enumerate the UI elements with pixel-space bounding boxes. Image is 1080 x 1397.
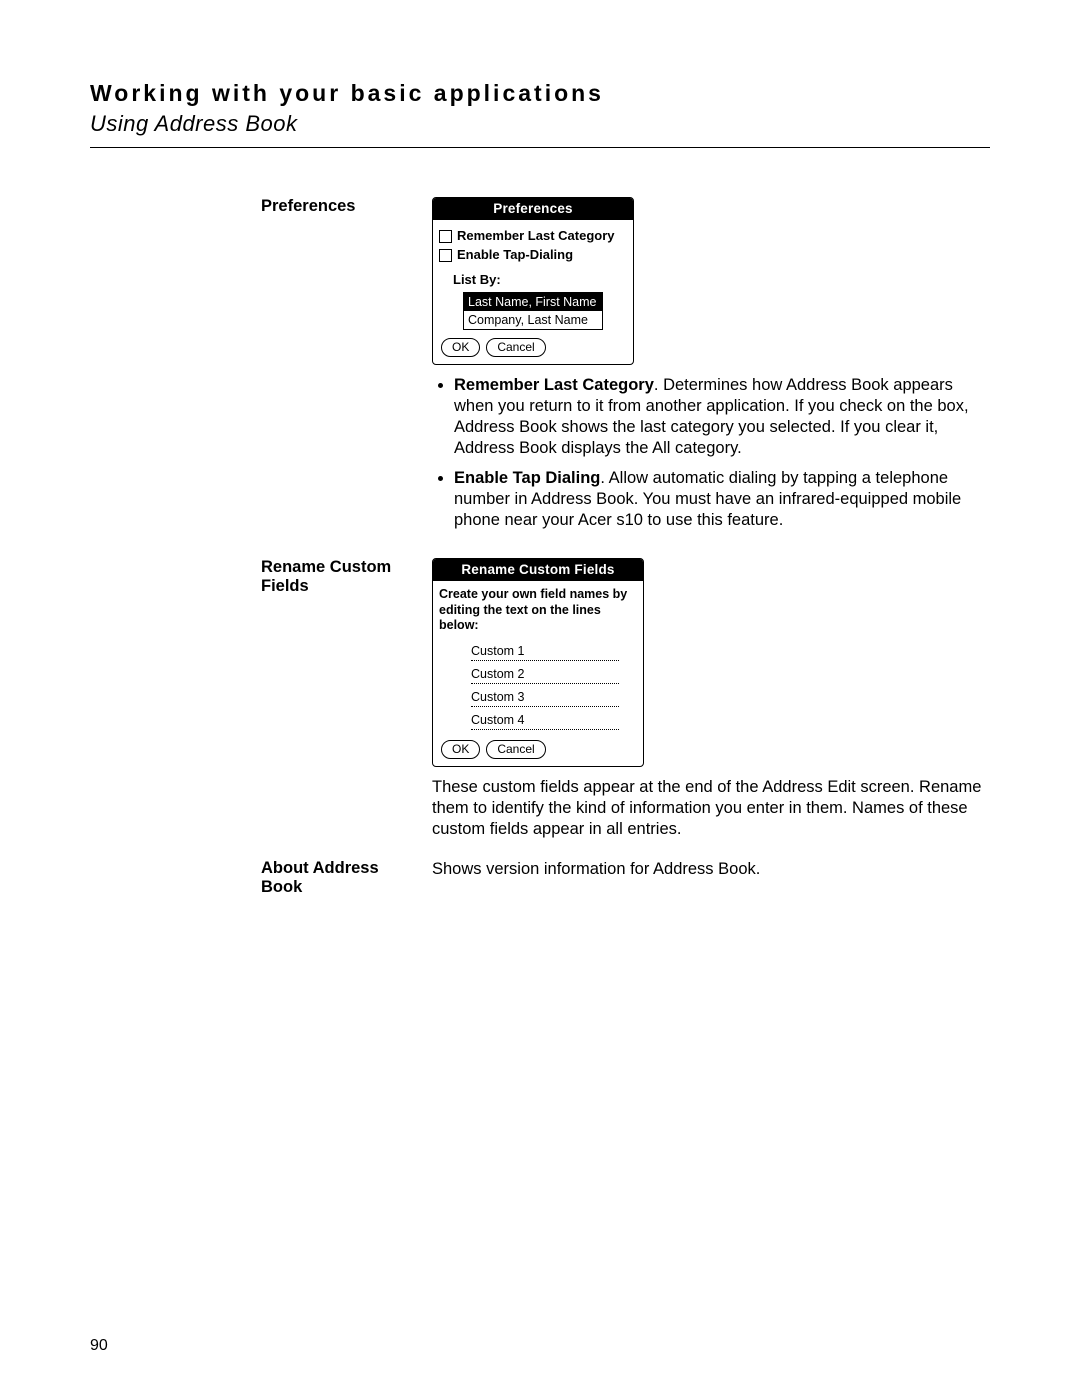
custom-field-1-input[interactable]: Custom 1 — [471, 642, 619, 661]
list-by-label: List By: — [453, 272, 627, 289]
content-table: Preferences Preferences Remember Last Ca… — [260, 196, 990, 915]
preferences-description-list: Remember Last Category. Determines how A… — [432, 375, 989, 531]
list-item: Enable Tap Dialing. Allow automatic dial… — [454, 468, 989, 531]
bullet-term: Remember Last Category — [454, 376, 654, 394]
preferences-dialog: Preferences Remember Last Category Enabl… — [432, 197, 634, 365]
about-description: Shows version information for Address Bo… — [431, 858, 990, 915]
remember-last-category-checkbox-row[interactable]: Remember Last Category — [439, 228, 627, 245]
custom-field-3-input[interactable]: Custom 3 — [471, 688, 619, 707]
custom-field-4-input[interactable]: Custom 4 — [471, 711, 619, 730]
section-subtitle: Using Address Book — [90, 111, 990, 137]
cancel-button[interactable]: Cancel — [486, 740, 545, 759]
dialog-title: Preferences — [433, 198, 633, 220]
page-number: 90 — [90, 1337, 108, 1355]
dialog-title: Rename Custom Fields — [433, 559, 643, 581]
list-option-company-lastname[interactable]: Company, Last Name — [464, 311, 602, 329]
rename-description: These custom fields appear at the end of… — [432, 777, 989, 840]
checkbox-label: Remember Last Category — [457, 228, 615, 245]
chapter-title: Working with your basic applications — [90, 80, 990, 107]
checkbox-icon[interactable] — [439, 230, 452, 243]
cancel-button[interactable]: Cancel — [486, 338, 545, 357]
ok-button[interactable]: OK — [441, 338, 480, 357]
document-page: Working with your basic applications Usi… — [0, 0, 1080, 1397]
dialog-instruction: Create your own field names by editing t… — [439, 587, 637, 634]
enable-tap-dialing-checkbox-row[interactable]: Enable Tap-Dialing — [439, 247, 627, 264]
rename-custom-fields-dialog: Rename Custom Fields Create your own fie… — [432, 558, 644, 767]
checkbox-label: Enable Tap-Dialing — [457, 247, 573, 264]
list-option-lastname-firstname[interactable]: Last Name, First Name — [464, 293, 602, 311]
ok-button[interactable]: OK — [441, 740, 480, 759]
row-label-about-address-book: About Address Book — [260, 858, 431, 915]
page-header: Working with your basic applications Usi… — [90, 80, 990, 148]
bullet-term: Enable Tap Dialing — [454, 469, 600, 487]
row-label-rename-custom-fields: Rename Custom Fields — [260, 557, 431, 858]
row-label-preferences: Preferences — [260, 196, 431, 557]
custom-field-2-input[interactable]: Custom 2 — [471, 665, 619, 684]
list-by-listbox[interactable]: Last Name, First Name Company, Last Name — [463, 292, 603, 330]
list-item: Remember Last Category. Determines how A… — [454, 375, 989, 459]
checkbox-icon[interactable] — [439, 249, 452, 262]
